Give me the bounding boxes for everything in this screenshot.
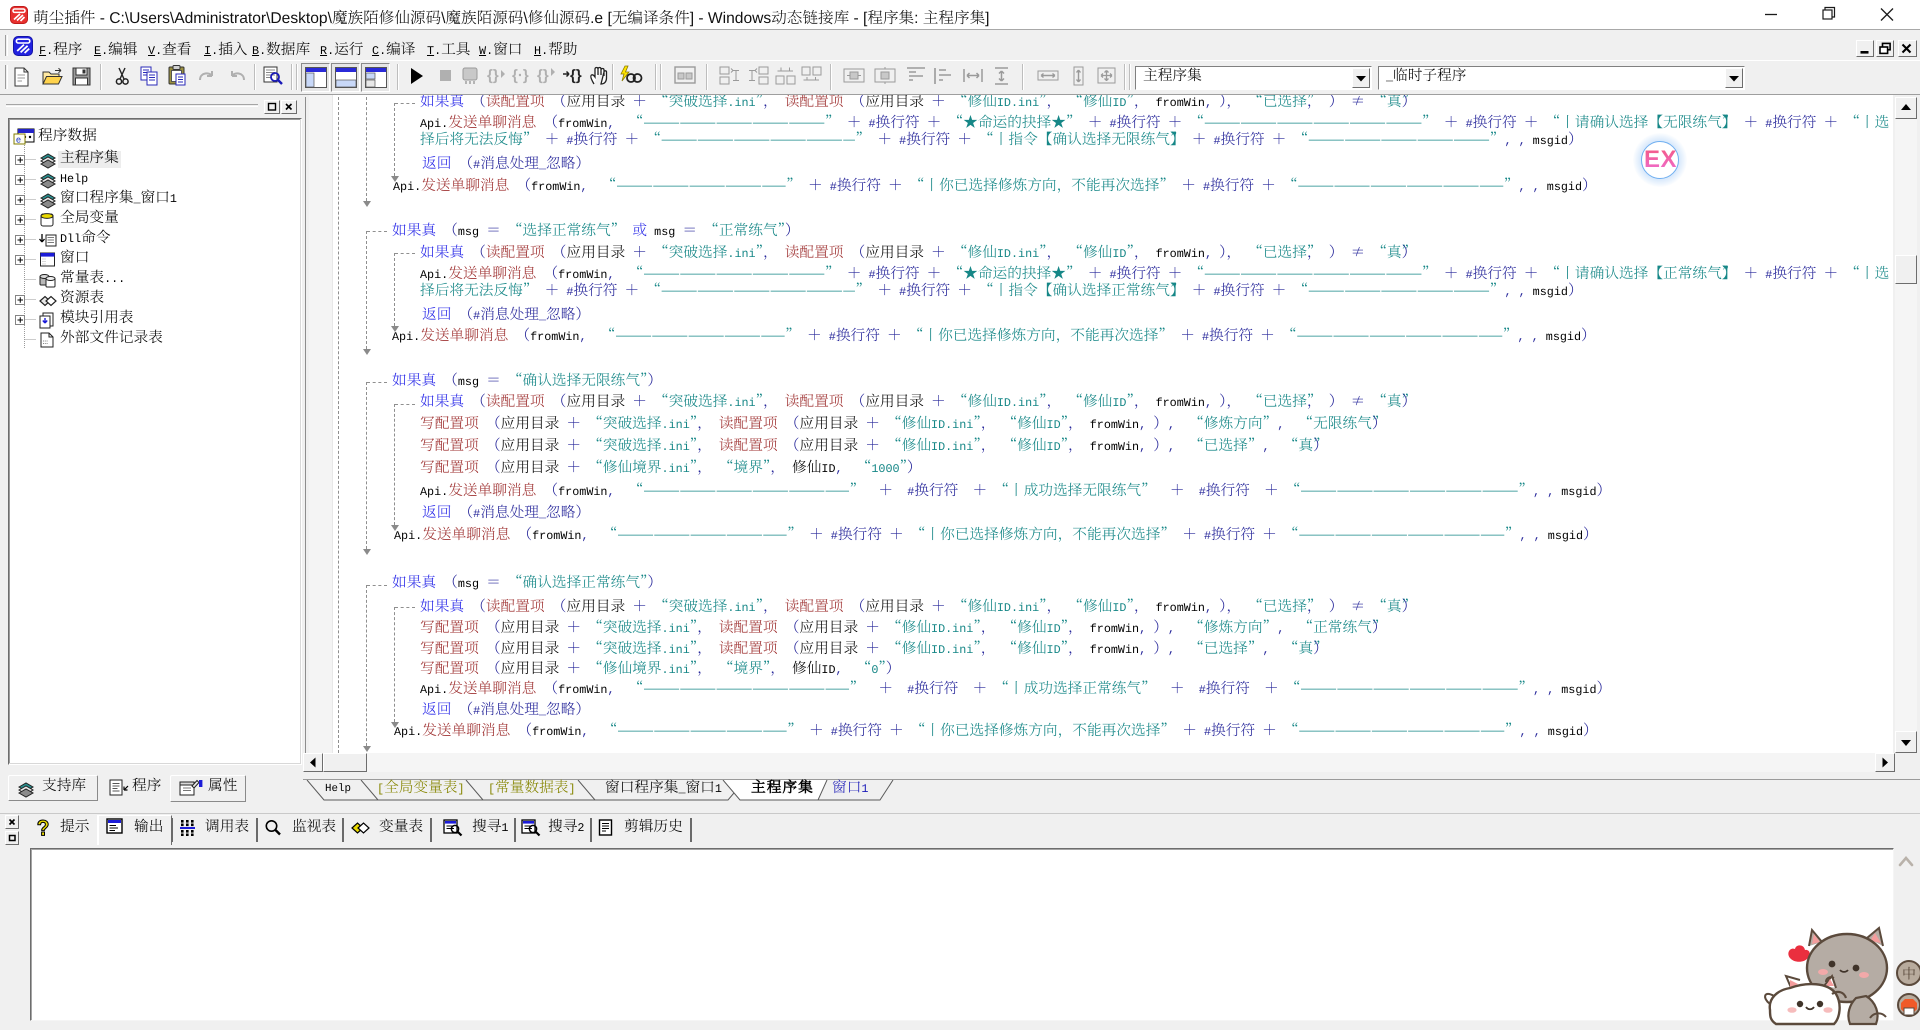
svg-text:{·}: {·} [512, 67, 529, 84]
svg-text:{}: {} [570, 67, 582, 84]
svg-text:{}: {} [537, 67, 549, 84]
svg-text:{}: {} [487, 67, 499, 84]
svg-text:e: e [16, 135, 21, 145]
svg-text:中: 中 [1902, 964, 1916, 984]
